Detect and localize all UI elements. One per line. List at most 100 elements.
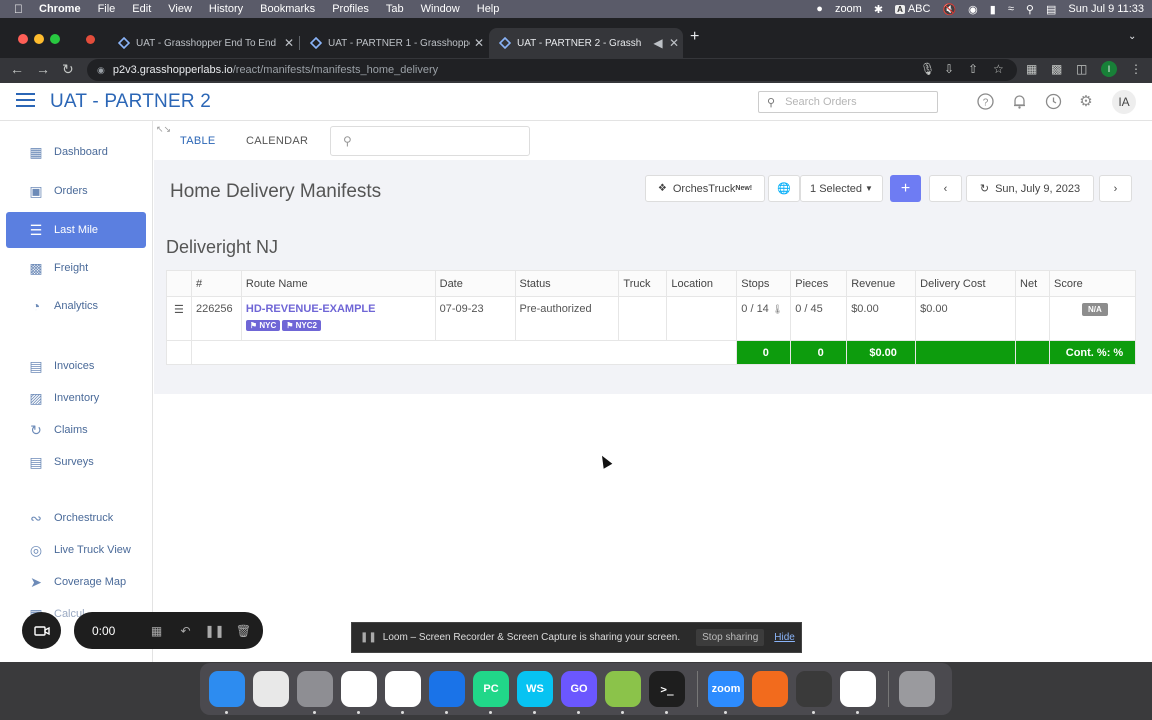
tab-search-chevron-icon[interactable]: ⌄ xyxy=(1128,31,1136,42)
menu-window[interactable]: Window xyxy=(421,3,460,15)
column-header[interactable]: # xyxy=(190,270,242,297)
menu-help[interactable]: Help xyxy=(477,3,500,15)
settings-gear-icon[interactable]: ⚙ xyxy=(1077,93,1095,111)
zoom-status[interactable]: zoom xyxy=(835,3,862,15)
menu-file[interactable]: File xyxy=(98,3,116,15)
add-manifest-button[interactable]: + xyxy=(890,175,921,202)
column-header[interactable]: Revenue xyxy=(846,270,917,297)
sidebar-item-orders[interactable]: ▣ Orders xyxy=(6,173,146,209)
window-minimize-button[interactable] xyxy=(34,34,44,44)
history-icon[interactable] xyxy=(1044,93,1062,111)
loom-camera-button[interactable] xyxy=(22,612,61,649)
collapse-sidebar-icon[interactable]: ↖↘ xyxy=(156,124,171,135)
next-date-button[interactable]: › xyxy=(1099,175,1132,202)
table-search-field[interactable]: ⚲ xyxy=(330,126,530,156)
sidebar-item-live-truck-view[interactable]: ◎ Live Truck View xyxy=(6,532,146,568)
column-header[interactable]: Date xyxy=(434,270,516,297)
column-header[interactable]: Pieces xyxy=(790,270,848,297)
display-icon[interactable]: ▮ xyxy=(990,3,996,16)
previous-date-button[interactable]: ‹ xyxy=(929,175,962,202)
table-row[interactable]: ☰ 226256 HD-REVENUE-EXAMPLE ⚑ NYC ⚑ NYC2 … xyxy=(166,296,1137,341)
extension-icon[interactable]: ▦ xyxy=(1026,62,1037,76)
column-header[interactable]: Status xyxy=(514,270,620,297)
extensions-puzzle-icon[interactable]: ▩ xyxy=(1051,62,1062,76)
date-picker[interactable]: ↻ Sun, July 9, 2023 xyxy=(966,175,1094,202)
row-menu-cell[interactable]: ☰ xyxy=(166,296,192,341)
sourcetree-icon[interactable] xyxy=(605,671,641,714)
chrome-icon[interactable] xyxy=(840,671,876,714)
chrome-icon[interactable] xyxy=(341,671,377,714)
menu-view[interactable]: View xyxy=(168,3,192,15)
column-header[interactable]: Net xyxy=(1015,270,1050,297)
bell-icon[interactable] xyxy=(1010,93,1028,111)
forward-arrow-icon[interactable]: → xyxy=(36,61,50,77)
column-header[interactable]: Delivery Cost xyxy=(915,270,1017,297)
site-info-icon[interactable]: ◉ xyxy=(97,65,105,76)
list-menu-icon[interactable]: ☰ xyxy=(174,304,184,316)
sidebar-item-dashboard[interactable]: ▦ Dashboard xyxy=(6,134,146,170)
menu-bookmarks[interactable]: Bookmarks xyxy=(260,3,315,15)
record-indicator-icon[interactable]: ● xyxy=(816,3,823,15)
profile-avatar[interactable]: I xyxy=(1101,61,1117,77)
microphone-icon[interactable]: 🎙 xyxy=(920,62,935,76)
column-header[interactable]: Stops xyxy=(736,270,792,297)
slack-icon[interactable] xyxy=(385,671,421,714)
trash-icon[interactable]: 🗑 xyxy=(229,624,258,638)
grammarly-icon[interactable]: ◉ xyxy=(968,3,978,16)
selection-dropdown[interactable]: 1 Selected ▼ xyxy=(800,175,883,202)
sidebar-item-claims[interactable]: ↻ Claims xyxy=(6,412,146,448)
truck-cell[interactable] xyxy=(618,296,668,341)
user-avatar[interactable]: IA xyxy=(1112,90,1136,114)
launchpad-icon[interactable] xyxy=(253,671,289,707)
stop-sharing-button[interactable]: Stop sharing xyxy=(696,629,765,646)
hamburger-menu-icon[interactable] xyxy=(16,93,35,107)
menu-tab[interactable]: Tab xyxy=(386,3,404,15)
bluetooth-icon[interactable]: ✱ xyxy=(874,3,883,16)
column-header[interactable]: Score xyxy=(1048,270,1137,297)
menu-app-name[interactable]: Chrome xyxy=(39,3,81,15)
column-header[interactable]: Truck xyxy=(618,270,668,297)
browser-tab-3-active[interactable]: UAT - PARTNER 2 - Grassh ◀ ✕ xyxy=(489,28,683,58)
reload-icon[interactable]: ↻ xyxy=(62,61,74,78)
finder-icon[interactable] xyxy=(209,671,245,714)
drag-handle-icon[interactable]: ❚❚ xyxy=(360,632,377,643)
search-orders-field[interactable]: ⚲ xyxy=(758,91,938,113)
sidebar-item-freight[interactable]: ▩ Freight xyxy=(6,250,146,286)
help-icon[interactable]: ? xyxy=(976,93,994,111)
new-tab-button[interactable]: + xyxy=(690,28,699,46)
pycharm-icon[interactable]: PC xyxy=(473,671,509,714)
column-header[interactable]: Route Name xyxy=(240,270,436,297)
pause-icon[interactable]: ❚❚ xyxy=(200,624,229,638)
tab-close-icon[interactable]: ✕ xyxy=(665,36,683,50)
hide-button[interactable]: Hide xyxy=(774,632,795,643)
sidebar-item-analytics[interactable]: ◔ Analytics xyxy=(6,288,146,324)
sidebar-item-invoices[interactable]: ▤ Invoices xyxy=(6,348,146,384)
undo-icon[interactable]: ↶ xyxy=(171,624,200,638)
sidebar-item-inventory[interactable]: ▨ Inventory xyxy=(6,380,146,416)
maps-icon[interactable] xyxy=(429,671,465,714)
sidebar-item-orchestruck[interactable]: ∾ Orchestruck xyxy=(6,500,146,536)
trash-icon[interactable] xyxy=(899,671,935,707)
globe-button[interactable]: 🌐 xyxy=(768,175,800,202)
wifi-icon[interactable]: ≈ xyxy=(1008,3,1014,15)
tab-audio-icon[interactable]: ◀ xyxy=(651,36,665,50)
install-icon[interactable]: ⇩ xyxy=(944,62,954,76)
zoom-icon[interactable]: zoom xyxy=(708,671,744,714)
menu-edit[interactable]: Edit xyxy=(132,3,151,15)
grid-icon[interactable]: ▦ xyxy=(142,624,171,638)
tab-calendar[interactable]: CALENDAR xyxy=(246,135,308,147)
settings-icon[interactable] xyxy=(297,671,333,714)
sublime-icon[interactable] xyxy=(796,671,832,714)
column-header[interactable]: Location xyxy=(666,270,738,297)
bookmark-star-icon[interactable]: ☆ xyxy=(993,62,1004,76)
sidebar-item-coverage-map[interactable]: ➤ Coverage Map xyxy=(6,564,146,600)
orchestruck-button[interactable]: ❖ OrchesTruck New! xyxy=(645,175,765,202)
menu-profiles[interactable]: Profiles xyxy=(332,3,369,15)
tab-close-icon[interactable]: ✕ xyxy=(470,36,488,50)
menu-history[interactable]: History xyxy=(209,3,243,15)
pencil-icon[interactable] xyxy=(752,671,788,707)
control-center-icon[interactable]: ▤ xyxy=(1046,3,1056,16)
browser-tab-1[interactable]: UAT - Grasshopper End To End ✕ xyxy=(108,28,298,58)
window-close-button[interactable] xyxy=(18,34,28,44)
tab-close-icon[interactable]: ✕ xyxy=(280,36,298,50)
